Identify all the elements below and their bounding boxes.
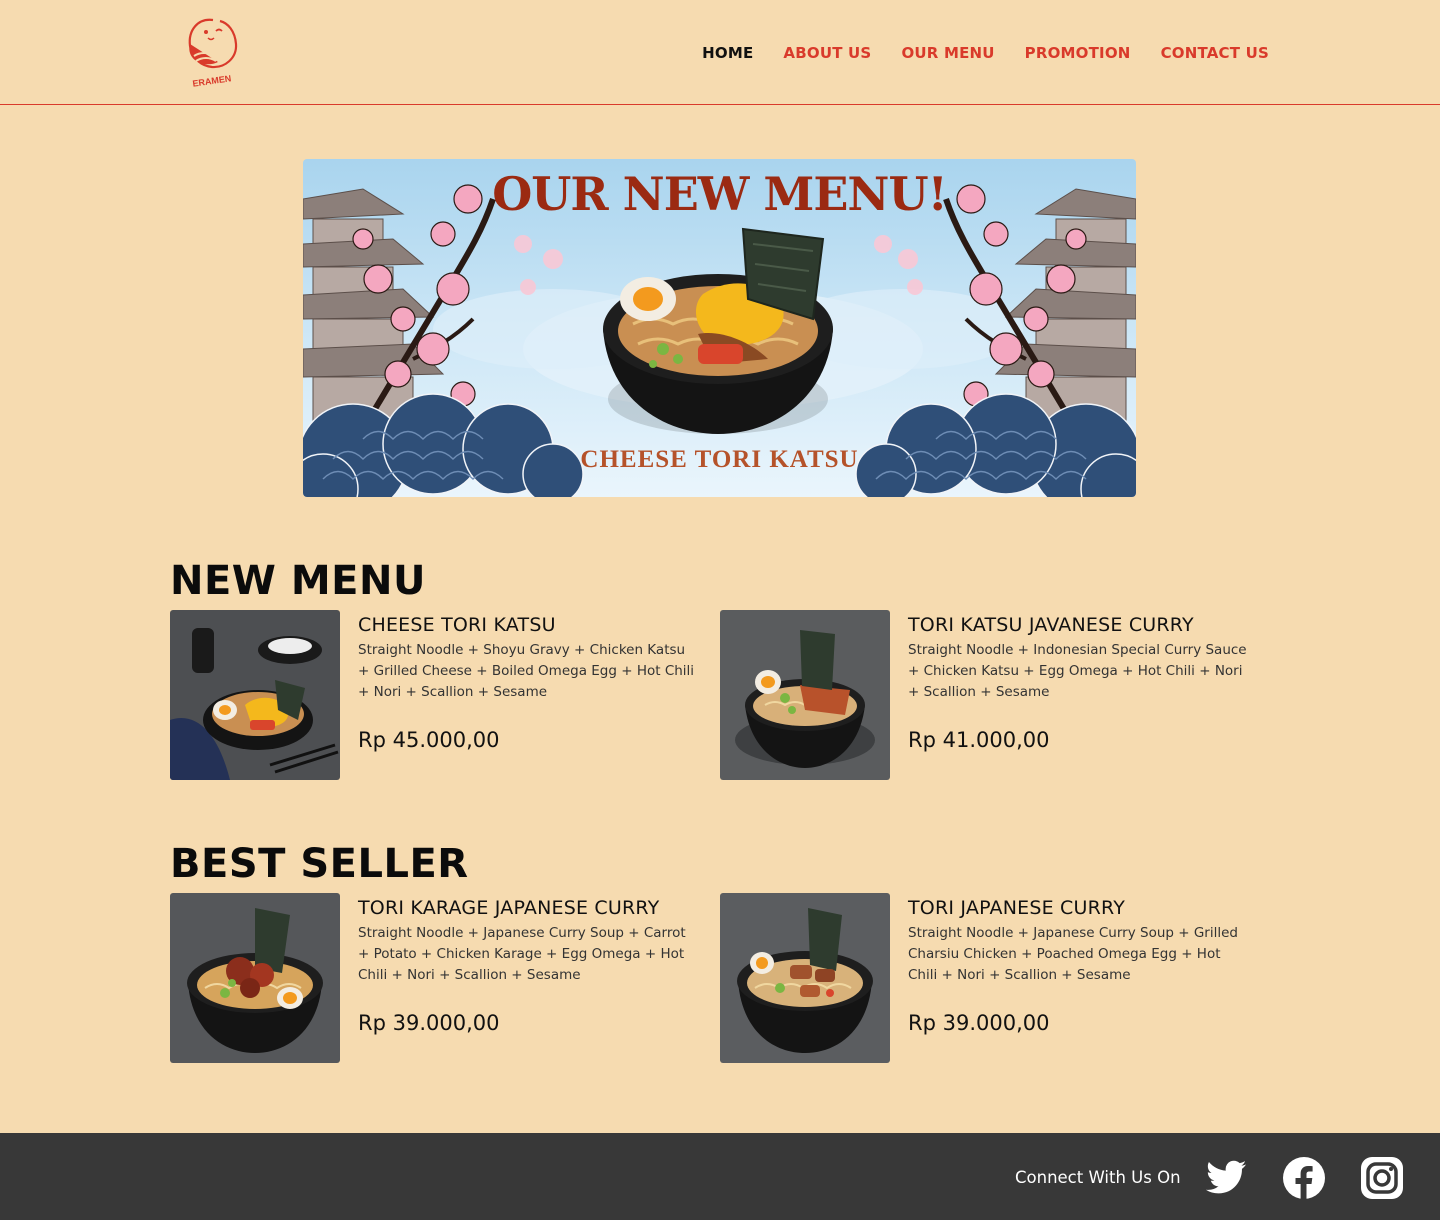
dish-name: TORI KARAGE JAPANESE CURRY — [358, 897, 660, 919]
connect-label: Connect With Us On — [1015, 1168, 1181, 1187]
dish-price: Rp 41.000,00 — [908, 728, 1050, 752]
dish-description: Straight Noodle + Shoyu Gravy + Chicken … — [358, 642, 695, 700]
menu-card[interactable]: TORI KARAGE JAPANESE CURRY Straight Nood… — [170, 893, 710, 1063]
facebook-icon[interactable] — [1282, 1156, 1326, 1200]
promo-banner[interactable]: OUR NEW MENU! CHEESE TORI KATSU — [303, 159, 1136, 497]
dish-name: TORI JAPANESE CURRY — [908, 897, 1126, 919]
nav-our-menu[interactable]: OUR MENU — [901, 43, 994, 63]
new-menu-heading: NEW MENU — [170, 558, 426, 604]
banner-title: OUR NEW MENU! — [492, 167, 948, 221]
nav-home[interactable]: HOME — [702, 43, 753, 63]
nav-about-us[interactable]: ABOUT US — [783, 43, 871, 63]
dish-price: Rp 39.000,00 — [908, 1011, 1050, 1035]
dish-price: Rp 39.000,00 — [358, 1011, 500, 1035]
dish-description: Straight Noodle + Indonesian Special Cur… — [908, 642, 1247, 700]
menu-card[interactable]: TORI KATSU JAVANESE CURRY Straight Noodl… — [720, 610, 1260, 780]
dish-name: CHEESE TORI KATSU — [358, 614, 556, 636]
nav-promotion[interactable]: PROMOTION — [1025, 43, 1131, 63]
dish-photo — [720, 893, 890, 1063]
dish-description: Straight Noodle + Japanese Curry Soup + … — [358, 925, 686, 983]
instagram-icon[interactable] — [1360, 1156, 1404, 1200]
dish-photo — [170, 610, 340, 780]
dish-photo — [720, 610, 890, 780]
menu-card[interactable]: CHEESE TORI KATSU Straight Noodle + Shoy… — [170, 610, 710, 780]
menu-card[interactable]: TORI JAPANESE CURRY Straight Noodle + Ja… — [720, 893, 1260, 1063]
main-nav: HOME ABOUT US OUR MENU PROMOTION CONTACT… — [702, 43, 1269, 63]
site-header: ERAMEN HOME ABOUT US OUR MENU PROMOTION … — [0, 0, 1440, 105]
dish-name: TORI KATSU JAVANESE CURRY — [908, 614, 1194, 636]
logo-text: ERAMEN — [192, 73, 232, 88]
best-seller-heading: BEST SELLER — [170, 841, 469, 887]
twitter-icon[interactable] — [1204, 1156, 1248, 1200]
dish-photo — [170, 893, 340, 1063]
banner-subtitle: CHEESE TORI KATSU — [580, 446, 859, 473]
dish-price: Rp 45.000,00 — [358, 728, 500, 752]
dish-description: Straight Noodle + Japanese Curry Soup + … — [908, 925, 1238, 983]
nav-contact-us[interactable]: CONTACT US — [1161, 43, 1269, 63]
site-footer: Connect With Us On — [0, 1133, 1440, 1220]
eramen-logo[interactable]: ERAMEN — [180, 14, 244, 90]
